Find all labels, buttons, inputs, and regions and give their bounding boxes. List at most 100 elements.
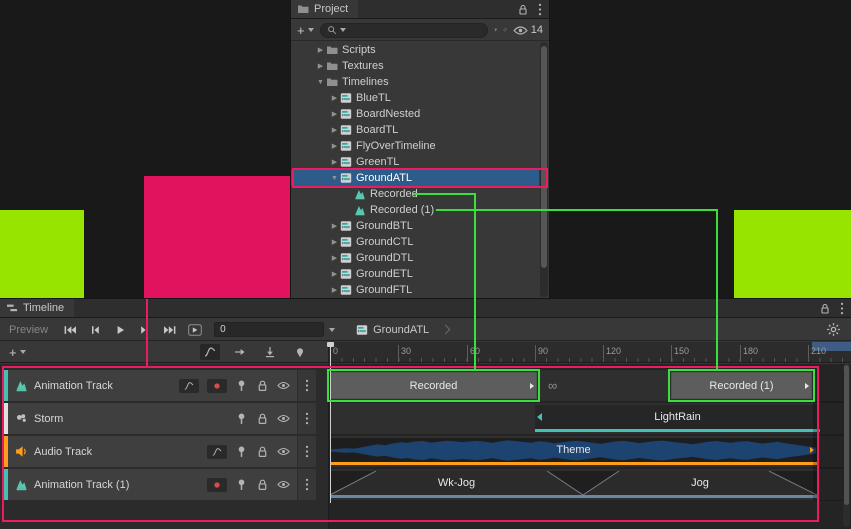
record-button[interactable] — [207, 478, 227, 492]
kebab-icon[interactable] — [538, 3, 542, 16]
search-by-type-icon[interactable] — [494, 23, 498, 37]
pin-button[interactable] — [235, 445, 248, 458]
clip-jog[interactable]: Jog — [583, 471, 817, 498]
track-header-audio-track[interactable]: Audio Track — [4, 436, 316, 467]
project-search-box[interactable] — [320, 23, 488, 38]
foldout-arrow-icon[interactable]: ▶ — [329, 142, 340, 150]
lock-button[interactable] — [256, 412, 269, 425]
track-lane-audio-track[interactable]: Theme — [330, 436, 845, 467]
track-menu-button[interactable] — [297, 436, 316, 467]
current-frame-field[interactable] — [214, 322, 324, 337]
foldout-arrow-icon[interactable]: ▶ — [329, 254, 340, 262]
scrollbar-thumb[interactable] — [541, 46, 547, 268]
tab-project[interactable]: Project — [291, 0, 358, 18]
playhead-handle[interactable] — [327, 342, 334, 347]
foldout-arrow-icon[interactable]: ▶ — [329, 286, 340, 294]
breadcrumb[interactable]: GroundATL — [356, 324, 449, 336]
eye-button[interactable] — [277, 478, 290, 491]
foldout-arrow-icon[interactable]: ▶ — [329, 110, 340, 118]
curves-button[interactable] — [179, 379, 199, 393]
record-button[interactable] — [207, 379, 227, 393]
clip-theme[interactable]: Theme — [330, 438, 817, 465]
create-asset-button[interactable]: + — [297, 23, 314, 38]
tree-item-timelines[interactable]: ▼Timelines — [291, 74, 539, 90]
eye-button[interactable] — [277, 445, 290, 458]
foldout-arrow-icon[interactable]: ▶ — [329, 158, 340, 166]
tab-timeline[interactable]: Timeline — [0, 299, 74, 317]
tree-item-recorded-1[interactable]: Recorded (1) — [291, 202, 539, 218]
replace-mode-button[interactable] — [260, 344, 280, 360]
tree-item-groundftl[interactable]: ▶GroundFTL — [291, 282, 539, 298]
track-header-animation-track-1[interactable]: Animation Track (1) — [4, 469, 316, 500]
tree-item-groundbtl[interactable]: ▶GroundBTL — [291, 218, 539, 234]
project-scrollbar[interactable] — [540, 42, 548, 297]
foldout-arrow-icon[interactable]: ▼ — [329, 175, 340, 182]
tree-item-bluetl[interactable]: ▶BlueTL — [291, 90, 539, 106]
frame-field-dropdown[interactable] — [324, 322, 340, 338]
tree-item-groundatl[interactable]: ▼GroundATL — [291, 170, 539, 186]
play-range-button[interactable] — [182, 321, 207, 338]
tree-item-groundctl[interactable]: ▶GroundCTL — [291, 234, 539, 250]
tree-item-boardtl[interactable]: ▶BoardTL — [291, 122, 539, 138]
tree-item-groundetl[interactable]: ▶GroundETL — [291, 266, 539, 282]
eye-button[interactable] — [277, 379, 290, 392]
time-ruler[interactable]: 0306090120150180210 — [329, 342, 851, 362]
track-menu-button[interactable] — [297, 370, 316, 401]
play-button[interactable] — [107, 321, 132, 338]
foldout-arrow-icon[interactable]: ▶ — [329, 222, 340, 230]
lock-icon[interactable] — [517, 3, 529, 16]
clip-wk-jog[interactable]: Wk-Jog — [330, 471, 583, 498]
foldout-arrow-icon[interactable]: ▶ — [329, 270, 340, 278]
tree-item-boardnested[interactable]: ▶BoardNested — [291, 106, 539, 122]
pin-button[interactable] — [235, 379, 248, 392]
ripple-mode-button[interactable] — [230, 344, 250, 360]
goto-start-button[interactable] — [57, 321, 82, 338]
timeline-scrollbar[interactable] — [843, 364, 850, 527]
tree-item-label: Recorded (1) — [370, 204, 434, 216]
lock-button[interactable] — [256, 445, 269, 458]
eye-button[interactable] — [277, 412, 290, 425]
lock-button[interactable] — [256, 478, 269, 491]
settings-gear-button[interactable] — [826, 322, 841, 337]
hidden-count-toggle[interactable]: 14 — [513, 24, 543, 36]
tree-item-scripts[interactable]: ▶Scripts — [291, 42, 539, 58]
track-header-animation-track[interactable]: Animation Track — [4, 370, 316, 401]
lock-button[interactable] — [256, 379, 269, 392]
next-frame-button[interactable] — [132, 321, 157, 338]
track-lane-animation-track-1[interactable]: Wk-JogJog — [330, 469, 845, 500]
tree-item-recorded[interactable]: Recorded — [291, 186, 539, 202]
clip-recorded-1[interactable]: Recorded (1) — [671, 372, 812, 399]
pin-button[interactable] — [235, 478, 248, 491]
clip-lightrain[interactable]: LightRain — [535, 405, 820, 432]
previous-frame-button[interactable] — [82, 321, 107, 338]
track-menu-button[interactable] — [297, 469, 316, 500]
kebab-icon[interactable] — [840, 302, 844, 315]
foldout-arrow-icon[interactable]: ▼ — [315, 79, 326, 86]
frame-input[interactable] — [220, 324, 318, 335]
track-lane-storm[interactable]: LightRain — [330, 403, 845, 434]
foldout-arrow-icon[interactable]: ▶ — [329, 94, 340, 102]
track-lane-animation-track[interactable]: RecordedRecorded (1)∞ — [330, 370, 845, 401]
tree-item-greentl[interactable]: ▶GreenTL — [291, 154, 539, 170]
track-menu-button[interactable] — [297, 403, 316, 434]
foldout-arrow-icon[interactable]: ▶ — [315, 46, 326, 54]
track-header-storm[interactable]: Storm — [4, 403, 316, 434]
foldout-arrow-icon[interactable]: ▶ — [329, 126, 340, 134]
tree-item-textures[interactable]: ▶Textures — [291, 58, 539, 74]
clip-recorded[interactable]: Recorded — [330, 372, 537, 399]
mix-mode-button[interactable] — [200, 344, 220, 360]
show-markers-button[interactable] — [290, 344, 310, 360]
foldout-arrow-icon[interactable]: ▶ — [329, 238, 340, 246]
tree-item-grounddtl[interactable]: ▶GroundDTL — [291, 250, 539, 266]
scrollbar-thumb[interactable] — [844, 365, 849, 505]
curves-button[interactable] — [207, 445, 227, 459]
preview-toggle-button[interactable]: Preview — [6, 324, 57, 336]
pin-button[interactable] — [235, 412, 248, 425]
search-by-label-icon[interactable] — [503, 23, 507, 37]
project-search-input[interactable] — [349, 25, 481, 36]
lock-icon[interactable] — [819, 302, 831, 315]
tree-item-flyovertimeline[interactable]: ▶FlyOverTimeline — [291, 138, 539, 154]
foldout-arrow-icon[interactable]: ▶ — [315, 62, 326, 70]
goto-end-button[interactable] — [157, 321, 182, 338]
add-track-button[interactable]: + — [0, 345, 35, 360]
